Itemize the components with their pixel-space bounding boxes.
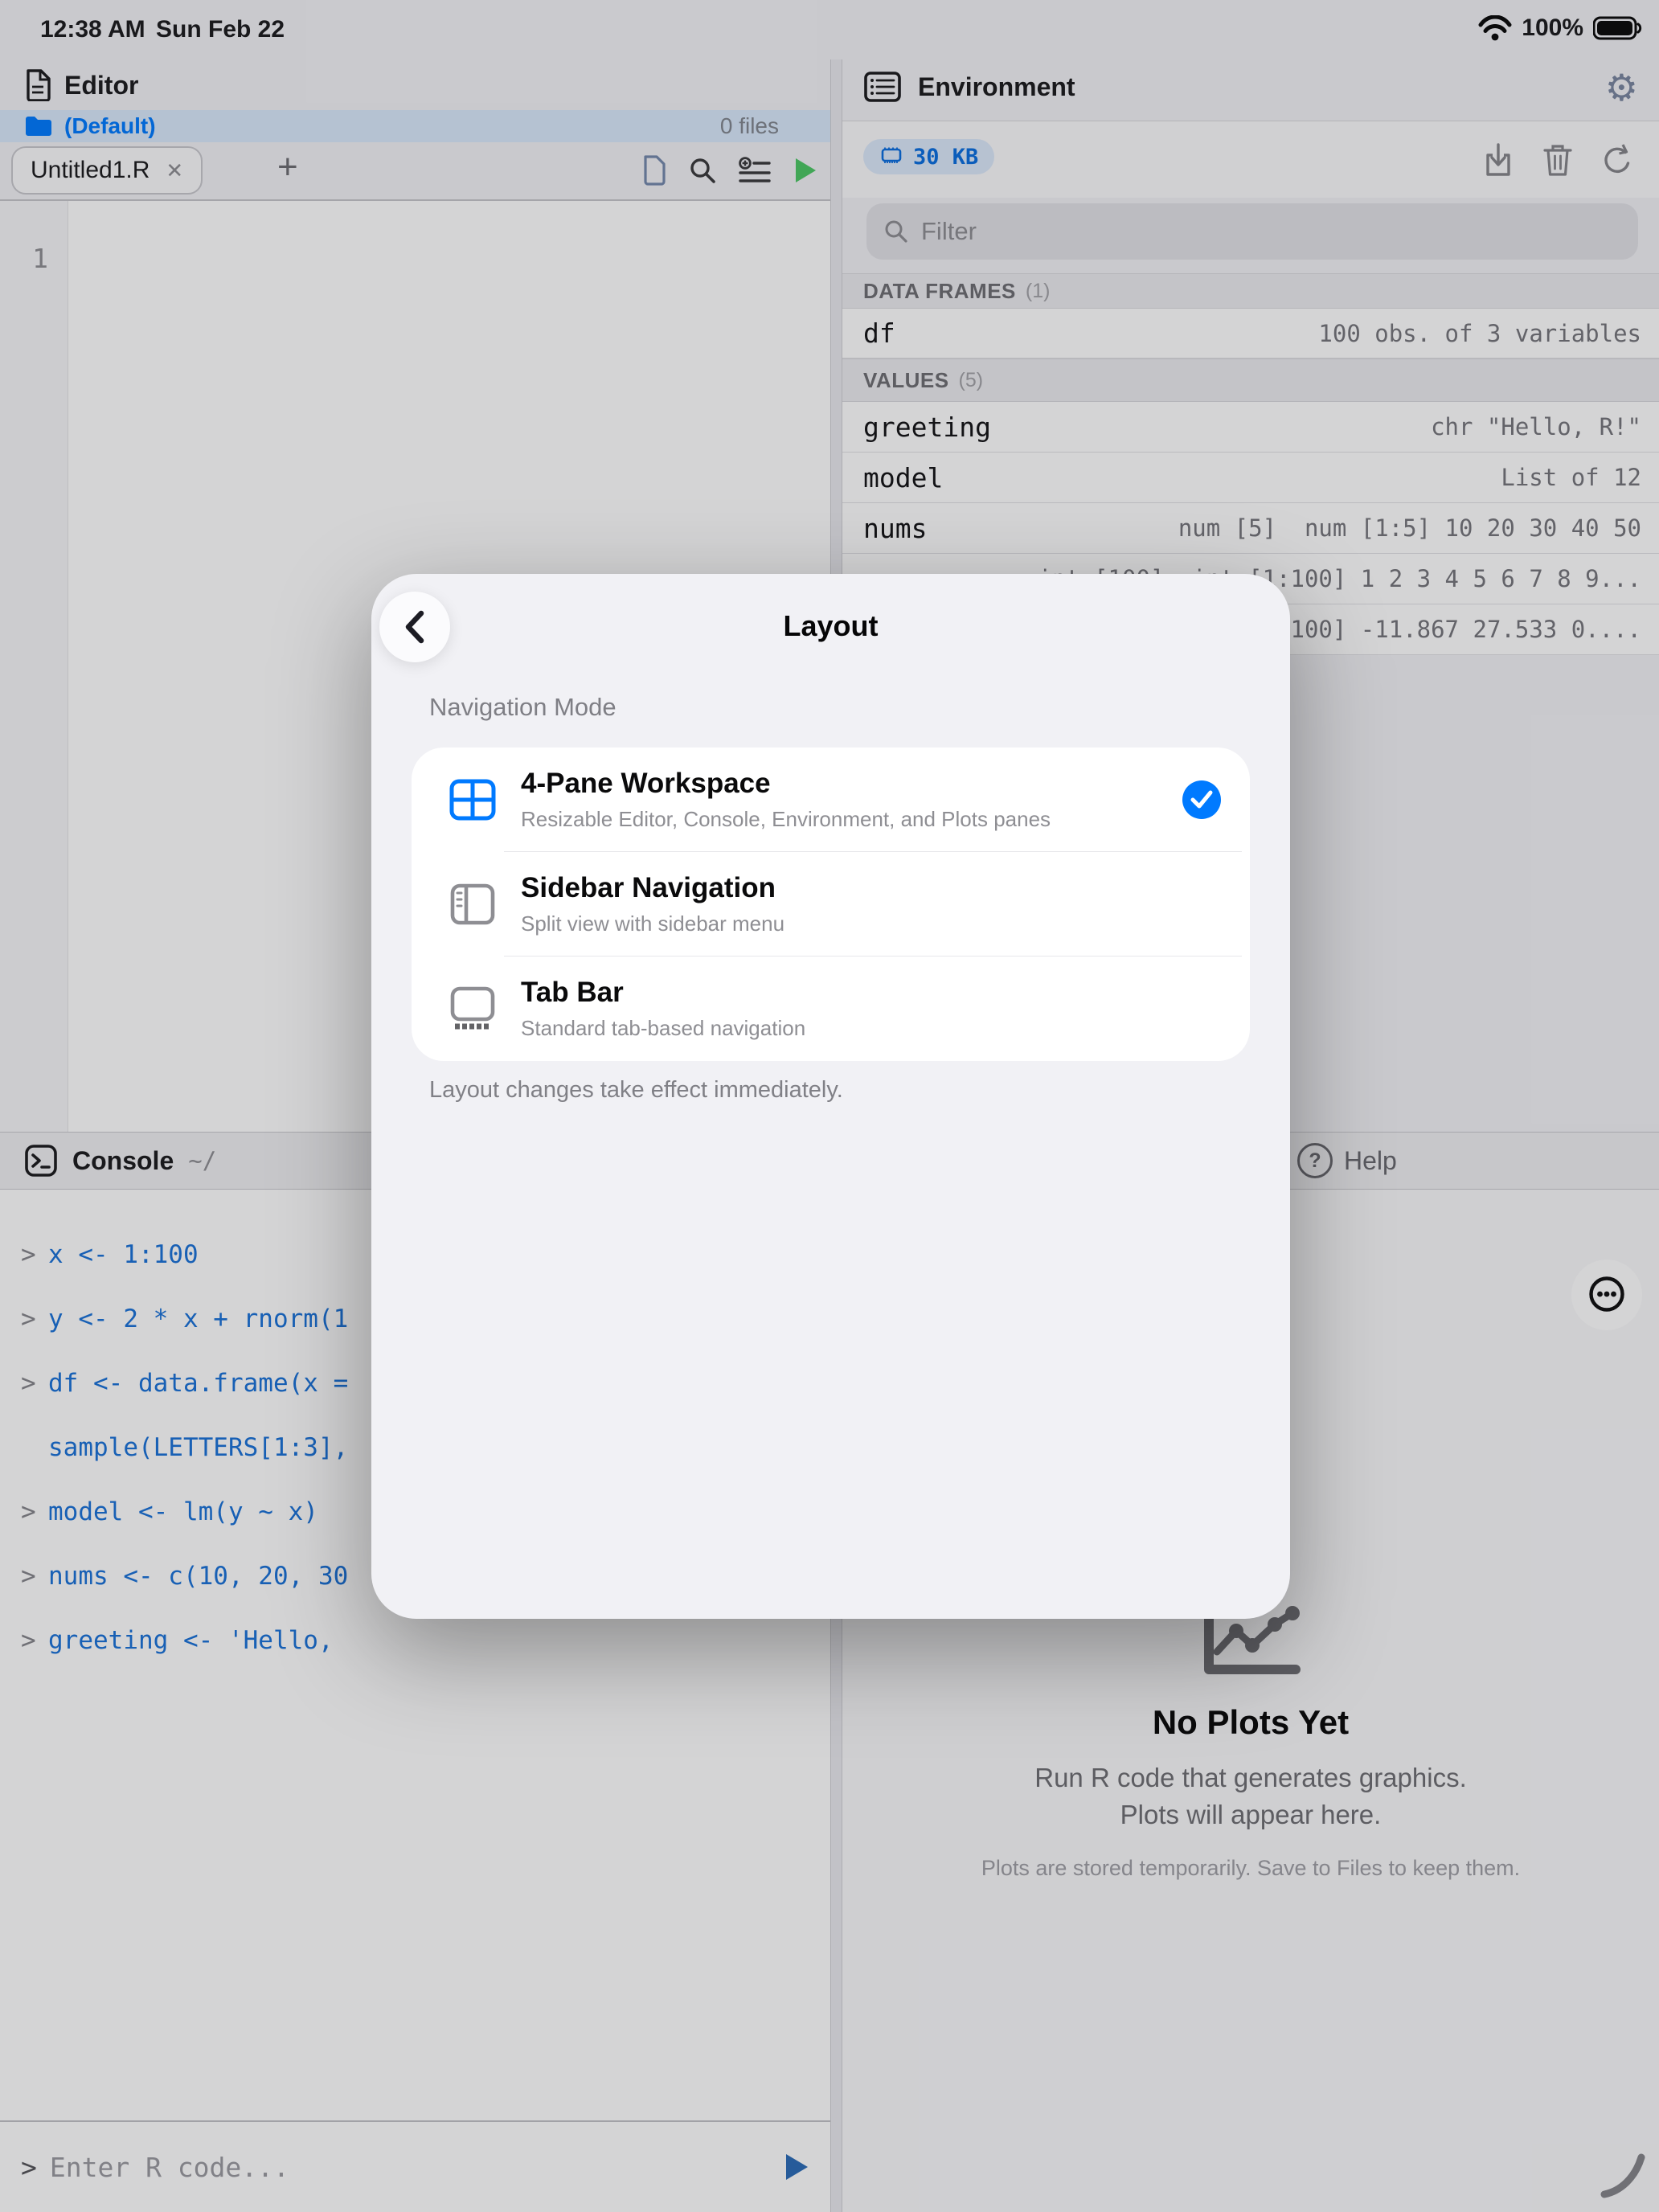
- navigation-mode-label: Navigation Mode: [429, 693, 616, 722]
- option-title: Sidebar Navigation: [521, 872, 784, 904]
- modal-title: Layout: [371, 609, 1290, 643]
- option-4-pane-workspace[interactable]: 4-Pane Workspace Resizable Editor, Conso…: [412, 748, 1250, 852]
- navigation-mode-options: 4-Pane Workspace Resizable Editor, Conso…: [412, 748, 1250, 1061]
- option-subtitle: Split view with sidebar menu: [521, 911, 784, 936]
- option-sidebar-navigation[interactable]: Sidebar Navigation Split view with sideb…: [412, 852, 1250, 956]
- tab-bar-icon: [447, 986, 498, 1031]
- option-title: Tab Bar: [521, 977, 805, 1009]
- modal-footer-note: Layout changes take effect immediately.: [429, 1077, 843, 1104]
- selected-checkmark-icon: [1182, 780, 1221, 819]
- layout-settings-modal: Layout Navigation Mode 4-Pane Workspace …: [371, 574, 1290, 1619]
- app-screen: 12:38 AM Sun Feb 22 100% Editor (Default…: [0, 0, 1659, 2212]
- option-subtitle: Resizable Editor, Console, Environment, …: [521, 807, 1051, 832]
- option-title: 4-Pane Workspace: [521, 768, 1051, 800]
- option-subtitle: Standard tab-based navigation: [521, 1016, 805, 1041]
- sidebar-icon: [447, 883, 498, 925]
- option-tab-bar[interactable]: Tab Bar Standard tab-based navigation: [412, 956, 1250, 1061]
- grid-2x2-icon: [447, 779, 498, 821]
